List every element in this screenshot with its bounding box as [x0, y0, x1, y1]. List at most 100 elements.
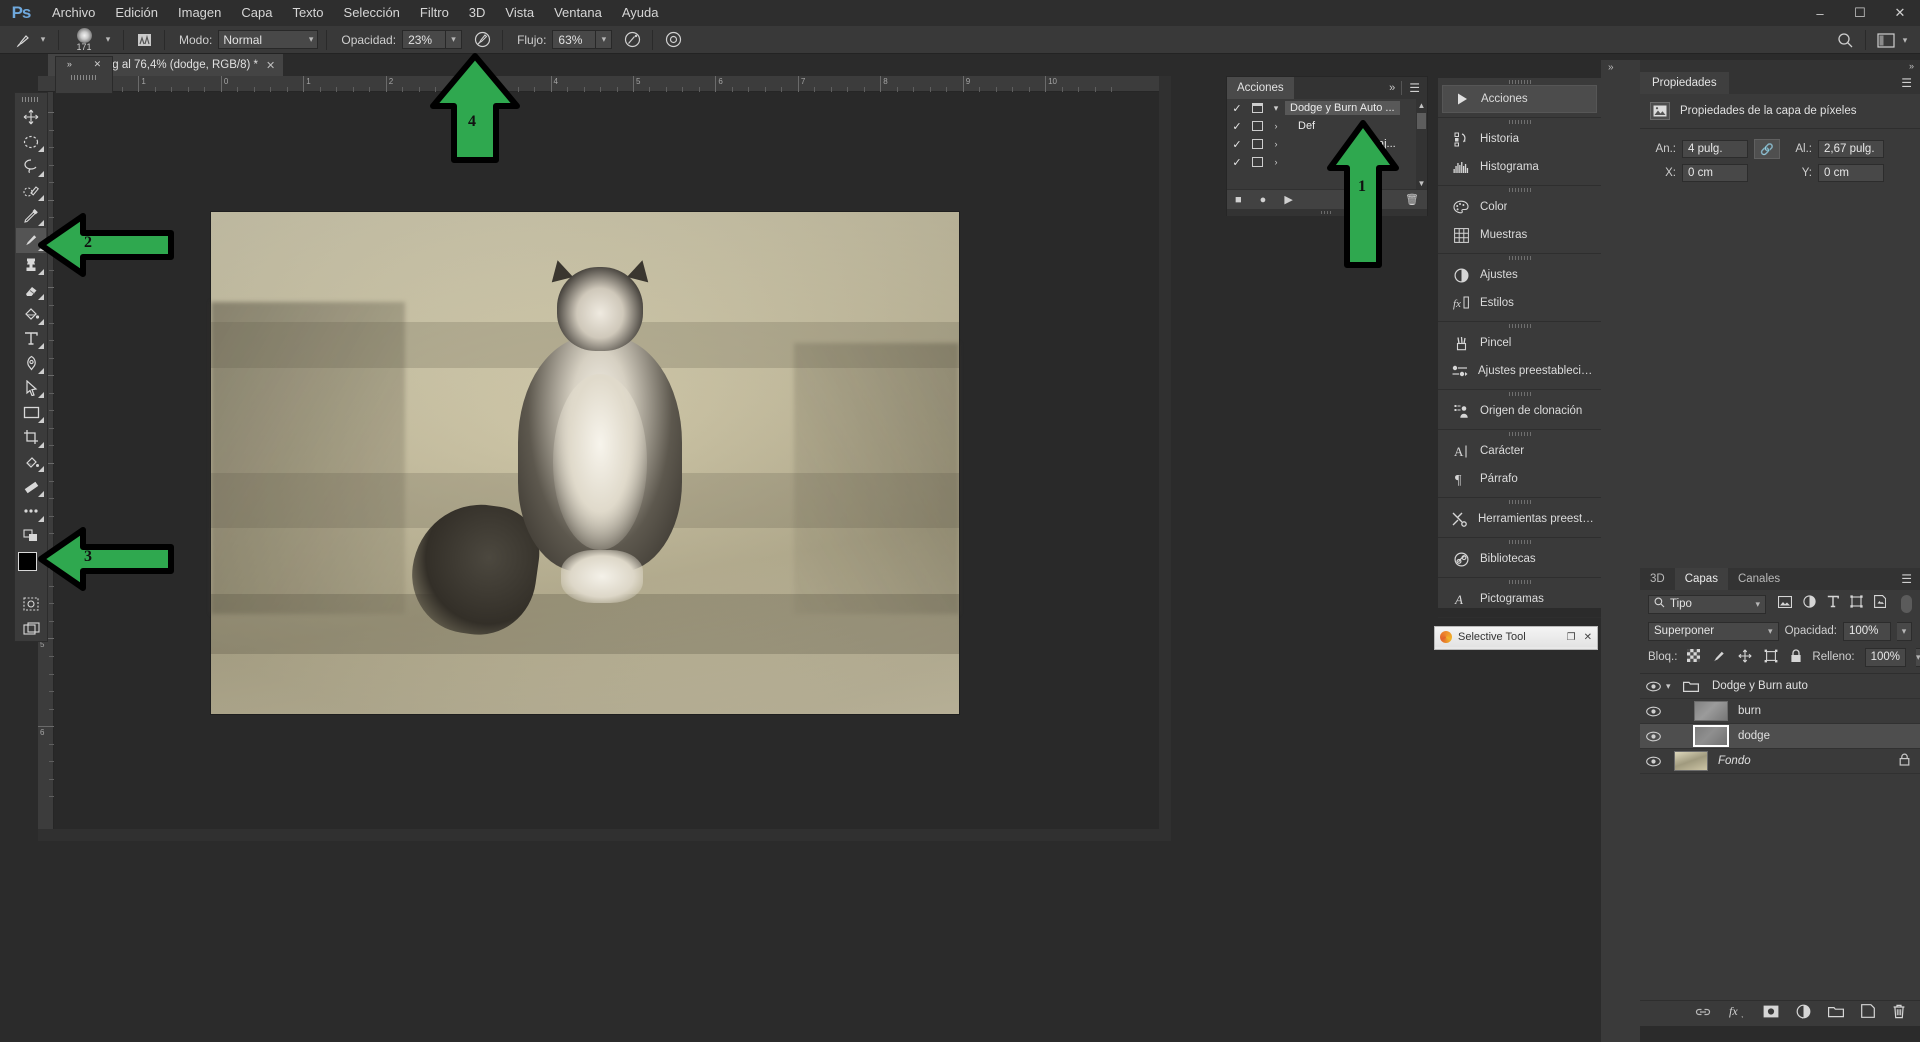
table-row[interactable]: ▾ Dodge y Burn auto: [1640, 674, 1920, 699]
blend-mode-select[interactable]: Superponer ▾: [1648, 621, 1779, 641]
workspace-icon[interactable]: [1874, 29, 1898, 51]
lock-transparency-icon[interactable]: [1687, 649, 1701, 665]
layer-visibility-icon[interactable]: [1640, 681, 1666, 692]
action-enabled-check[interactable]: ✓: [1227, 120, 1247, 133]
action-twisty-icon[interactable]: ›: [1267, 157, 1285, 167]
pixel-filter-icon[interactable]: [1777, 595, 1793, 613]
action-twisty-icon[interactable]: ▾: [1267, 103, 1285, 114]
quick-mask-button[interactable]: [16, 592, 46, 617]
delete-layer-icon[interactable]: [1892, 1004, 1906, 1024]
dock-item-bibliotecas[interactable]: Bibliotecas: [1442, 545, 1597, 573]
type-filter-icon[interactable]: [1827, 595, 1839, 613]
filter-kind-select[interactable]: Tipo ▾: [1648, 594, 1766, 614]
action-twisty-icon[interactable]: ›: [1267, 139, 1285, 149]
canvas-area[interactable]: [54, 92, 1159, 829]
layer-name[interactable]: Fondo: [1708, 755, 1751, 767]
layer-name[interactable]: dodge: [1728, 730, 1770, 742]
chevron-double-right-icon[interactable]: »: [1383, 82, 1401, 94]
stop-button[interactable]: ■: [1235, 194, 1242, 206]
selective-tool-titlebar[interactable]: Selective Tool ❐ ✕: [1435, 627, 1597, 647]
scroll-up-arrow-icon[interactable]: ▲: [1417, 99, 1426, 111]
menu-texto[interactable]: Texto: [282, 0, 333, 26]
lock-image-icon[interactable]: [1712, 649, 1726, 666]
lock-position-icon[interactable]: [1738, 648, 1752, 666]
table-row[interactable]: dodge: [1640, 724, 1920, 749]
arrange-documents-flyout[interactable]: » ✕: [55, 56, 113, 94]
more-tools[interactable]: [16, 499, 46, 524]
record-button[interactable]: ●: [1260, 194, 1267, 206]
dock-item-historia[interactable]: Historia: [1442, 125, 1597, 153]
dock-item-acciones[interactable]: Acciones: [1442, 85, 1597, 113]
link-icon[interactable]: 🔗: [1754, 139, 1780, 159]
action-set-name[interactable]: Dodge y Burn Auto ...: [1285, 101, 1400, 115]
canvas-vertical-scrollbar[interactable]: [1159, 76, 1171, 829]
new-group-icon[interactable]: [1828, 1005, 1844, 1023]
dock-item-estilos[interactable]: fx Estilos: [1442, 289, 1597, 317]
maximize-icon[interactable]: ❐: [1567, 632, 1576, 643]
menu-seleccion[interactable]: Selección: [334, 0, 410, 26]
dock-item-muestras[interactable]: Muestras: [1442, 221, 1597, 249]
dock-item-ajustes[interactable]: Ajustes: [1442, 261, 1597, 289]
opacity-input[interactable]: 100%: [1843, 621, 1891, 641]
canvas-horizontal-scrollbar[interactable]: [38, 829, 1171, 841]
foreground-color-swatch[interactable]: [18, 552, 37, 572]
blend-mode-select[interactable]: Normal ▾: [218, 30, 319, 49]
tab-3d[interactable]: 3D: [1640, 568, 1675, 590]
dock-group-grip[interactable]: [1438, 498, 1601, 505]
width-input[interactable]: 4 pulg.: [1682, 140, 1748, 158]
hamburger-icon[interactable]: ☰: [1402, 81, 1427, 95]
image-canvas[interactable]: [211, 212, 959, 714]
delete-button[interactable]: 🗑: [1405, 193, 1419, 206]
shape-tool[interactable]: [16, 400, 46, 425]
close-button[interactable]: ✕: [1880, 0, 1920, 26]
scrollbar-thumb[interactable]: [1417, 113, 1426, 129]
hamburger-icon[interactable]: ☰: [1893, 572, 1920, 586]
smart-object-filter-icon[interactable]: [1874, 595, 1887, 613]
fill-input[interactable]: 100%: [1864, 647, 1907, 667]
menu-archivo[interactable]: Archivo: [42, 0, 105, 26]
menu-3d[interactable]: 3D: [459, 0, 496, 26]
menu-capa[interactable]: Capa: [231, 0, 282, 26]
brush-tool-icon[interactable]: [12, 29, 36, 51]
action-dialog-toggle-icon[interactable]: [1247, 121, 1267, 131]
action-dialog-toggle-icon[interactable]: [1247, 103, 1267, 113]
type-tool[interactable]: [16, 327, 46, 352]
dock-item-color[interactable]: Color: [1442, 193, 1597, 221]
tab-capas[interactable]: Capas: [1674, 568, 1728, 590]
layer-visibility-icon[interactable]: [1640, 706, 1666, 717]
action-twisty-icon[interactable]: ›: [1267, 121, 1285, 131]
right-panel-collapse-icon[interactable]: »: [1608, 62, 1614, 73]
expand-panels-icon[interactable]: »: [1909, 61, 1914, 71]
quick-selection-tool[interactable]: [16, 179, 46, 204]
tools-panel-grip[interactable]: [22, 97, 40, 102]
dock-item-pincel[interactable]: Pincel: [1442, 329, 1597, 357]
table-row[interactable]: Fondo: [1640, 749, 1920, 774]
dock-item-histograma[interactable]: Histograma: [1442, 153, 1597, 181]
dock-group-grip[interactable]: [1438, 322, 1601, 329]
path-selection-tool[interactable]: [16, 376, 46, 401]
menu-ayuda[interactable]: Ayuda: [612, 0, 669, 26]
opacity-stepper-chevron-down-icon[interactable]: ▾: [1897, 621, 1912, 641]
pen-tool[interactable]: [16, 351, 46, 376]
scroll-down-arrow-icon[interactable]: ▼: [1417, 177, 1426, 189]
play-button[interactable]: ▶: [1284, 193, 1292, 206]
lock-all-icon[interactable]: [1790, 648, 1802, 666]
dock-item-parrafo[interactable]: ¶ Párrafo: [1442, 465, 1597, 493]
dock-item-origen-clonacion[interactable]: Origen de clonación: [1442, 397, 1597, 425]
dock-group-grip[interactable]: [1438, 390, 1601, 397]
brush-tool-chevron-down-icon[interactable]: ▾: [36, 29, 50, 51]
table-row[interactable]: burn: [1640, 699, 1920, 724]
lasso-tool[interactable]: [16, 154, 46, 179]
workspace-chevron-down-icon[interactable]: ▾: [1898, 29, 1912, 51]
layer-thumbnail[interactable]: [1674, 751, 1708, 771]
new-layer-icon[interactable]: [1861, 1004, 1875, 1023]
eraser-tool[interactable]: [16, 277, 46, 302]
action-enabled-check[interactable]: ✓: [1227, 156, 1247, 169]
flow-input[interactable]: 63%: [552, 30, 597, 49]
group-twisty-icon[interactable]: ▾: [1666, 681, 1680, 692]
dock-group-grip[interactable]: [1438, 430, 1601, 437]
dock-item-herramientas-preestablecidas[interactable]: Herramientas preestablecidas: [1442, 505, 1597, 533]
brush-preset-chevron-down-icon[interactable]: ▾: [101, 29, 115, 51]
action-enabled-check[interactable]: ✓: [1227, 102, 1247, 115]
flow-stepper-chevron-down-icon[interactable]: ▾: [596, 30, 613, 49]
